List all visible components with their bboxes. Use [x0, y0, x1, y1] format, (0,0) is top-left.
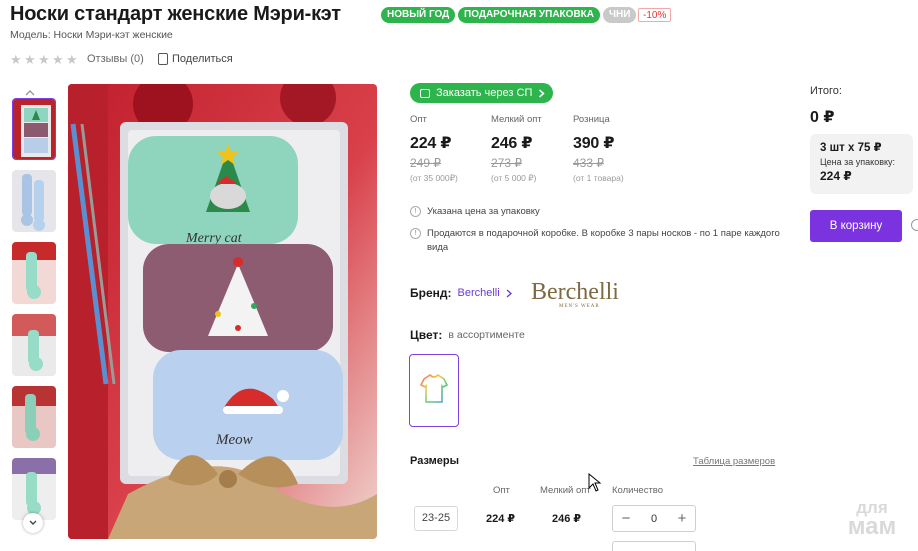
- share-icon: [158, 53, 168, 65]
- pack-label: Цена за упаковку:: [820, 157, 896, 167]
- price-retail: Розница 390 ₽ 433 ₽ (от 1 товара): [573, 114, 653, 183]
- thumbnail-5[interactable]: [12, 386, 56, 448]
- chevron-right-icon: [506, 289, 512, 297]
- badge-gift-pack[interactable]: ПОДАРОЧНАЯ УПАКОВКА: [458, 7, 600, 23]
- brand-logo-sub: MEN'S WEAR: [559, 304, 600, 309]
- row-price-opt: 224 ₽: [486, 513, 516, 525]
- quantity-stepper[interactable]: − 0 +: [612, 505, 696, 532]
- price-min: (от 1 товара): [573, 173, 624, 183]
- badge-discount: -10%: [638, 8, 672, 22]
- chevron-down-icon[interactable]: [23, 513, 43, 533]
- col-header-opt: Опт: [493, 485, 510, 496]
- col-header-small-opt: Мелкий опт: [540, 485, 591, 496]
- watermark-line2: мам: [847, 513, 897, 540]
- share-button[interactable]: Поделиться: [158, 53, 233, 65]
- note-text: Продаются в подарочной коробке. В коробк…: [427, 228, 780, 253]
- chevron-right-icon: [539, 88, 545, 98]
- pack-price: 224 ₽: [820, 169, 852, 183]
- pack-qty: 3 шт х 75 ₽: [820, 142, 882, 154]
- thumbnail-6[interactable]: [12, 458, 56, 520]
- price-old: 433 ₽: [573, 156, 604, 170]
- price-label: Розница: [573, 114, 610, 125]
- color-label: Цвет:: [410, 328, 443, 342]
- cart-icon: [420, 88, 430, 98]
- quantity-stepper-next[interactable]: [612, 541, 696, 551]
- favorite-icon[interactable]: [911, 219, 918, 231]
- svg-text:Merry cat: Merry cat: [185, 231, 243, 246]
- star-icon: ★: [52, 52, 64, 67]
- color-value: в ассортименте: [448, 329, 525, 341]
- plus-icon[interactable]: +: [676, 511, 688, 526]
- thumbnail-1[interactable]: [12, 98, 56, 160]
- order-sp-button[interactable]: Заказать через СП: [410, 83, 554, 103]
- star-icon: ★: [66, 52, 78, 67]
- star-icon: ★: [10, 52, 22, 67]
- badge-chni[interactable]: ЧНИ: [603, 7, 637, 23]
- price-current: 224 ₽: [410, 135, 452, 152]
- size-table-link[interactable]: Таблица размеров: [693, 456, 775, 467]
- product-title: Носки стандарт женские Мэри-кэт: [10, 3, 341, 25]
- price-label: Опт: [410, 114, 427, 125]
- size-chip[interactable]: 23-25: [414, 506, 458, 531]
- price-small-opt: Мелкий опт 246 ₽ 273 ₽ (от 5 000 ₽): [491, 114, 571, 184]
- star-icon: ★: [38, 52, 50, 67]
- brand-logo[interactable]: Berchelli MEN'S WEAR: [529, 277, 639, 309]
- price-min: (от 35 000₽): [410, 173, 458, 183]
- product-main-image[interactable]: Merry cat Meow: [68, 84, 377, 539]
- rating-stars[interactable]: ★ ★ ★ ★ ★: [10, 52, 78, 67]
- svg-text:Meow: Meow: [215, 432, 253, 448]
- note-text: Указана цена за упаковку: [427, 206, 540, 217]
- note-gift-box: ! Продаются в подарочной коробке. В коро…: [410, 227, 790, 255]
- watermark: для мам: [832, 499, 912, 540]
- row-price-small-opt: 246 ₽: [552, 513, 582, 525]
- brand-row: Бренд: Berchelli: [410, 286, 512, 300]
- price-opt: Опт 224 ₽ 249 ₽ (от 35 000₽): [410, 114, 490, 184]
- pack-info: 3 шт х 75 ₽ Цена за упаковку: 224 ₽: [810, 134, 913, 194]
- price-old: 249 ₽: [410, 156, 441, 170]
- price-current: 246 ₽: [491, 135, 533, 152]
- note-pack-price: ! Указана цена за упаковку: [410, 205, 790, 219]
- star-icon: ★: [24, 52, 36, 67]
- total-value: 0 ₽: [810, 109, 835, 126]
- share-label: Поделиться: [172, 53, 233, 65]
- brand-logo-text: Berchelli: [531, 279, 619, 305]
- col-header-qty: Количество: [612, 485, 664, 496]
- tshirt-icon: [419, 373, 449, 403]
- brand-label: Бренд:: [410, 286, 452, 300]
- info-icon: !: [410, 228, 421, 239]
- price-label: Мелкий опт: [491, 114, 542, 125]
- thumbnail-list: [10, 88, 57, 538]
- product-model: Модель: Носки Мэри-кэт женские: [10, 29, 173, 41]
- order-sp-label: Заказать через СП: [436, 87, 533, 99]
- color-swatch[interactable]: [409, 354, 459, 427]
- badge-new-year[interactable]: НОВЫЙ ГОД: [381, 7, 456, 23]
- quantity-value[interactable]: 0: [651, 513, 657, 525]
- thumbnail-3[interactable]: [12, 242, 56, 304]
- thumbnail-4[interactable]: [12, 314, 56, 376]
- info-icon: !: [410, 206, 421, 217]
- reviews-link[interactable]: Отзывы (0): [87, 53, 144, 65]
- color-row: Цвет: в ассортименте: [410, 328, 525, 342]
- mouse-cursor-icon: [588, 473, 602, 492]
- add-to-cart-button[interactable]: В корзину: [810, 210, 902, 242]
- sizes-title: Размеры: [410, 455, 460, 467]
- price-current: 390 ₽: [573, 135, 615, 152]
- minus-icon[interactable]: −: [620, 511, 632, 526]
- brand-link[interactable]: Berchelli: [458, 287, 500, 299]
- thumbnail-2[interactable]: [12, 170, 56, 232]
- price-min: (от 5 000 ₽): [491, 173, 537, 183]
- total-label: Итого:: [810, 85, 842, 97]
- price-old: 273 ₽: [491, 156, 522, 170]
